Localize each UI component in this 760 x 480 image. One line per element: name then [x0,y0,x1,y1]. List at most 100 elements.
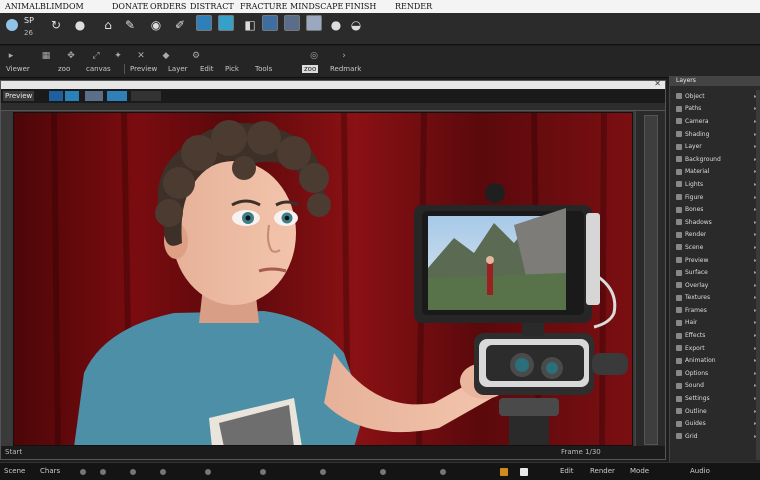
scale-icon[interactable]: ⤢ [90,50,102,62]
link-icon[interactable]: ✕ [135,50,147,62]
camera-icon[interactable]: ◧ [240,15,260,35]
tool-label[interactable]: Render [590,467,615,475]
layer-item[interactable]: Textures▸ [672,292,759,305]
palette-icon[interactable]: ◒ [346,15,366,35]
tool-label[interactable]: Audio [690,467,710,475]
home-icon[interactable]: ⌂ [98,15,118,35]
rotate-icon[interactable]: ↻ [46,15,66,35]
layer-item[interactable]: Hair▸ [672,317,759,330]
toolbar-label[interactable]: Tools [255,65,272,73]
layer-item[interactable]: Material▸ [672,166,759,179]
menu-item[interactable]: BLIMDOM [40,0,84,13]
stop-icon[interactable] [440,469,446,475]
layer-item[interactable]: Surface▸ [672,266,759,279]
globe-icon[interactable] [2,15,22,35]
layer-item[interactable]: Object▸ [672,90,759,103]
layer-item[interactable]: Settings▸ [672,392,759,405]
layer-item[interactable]: Sound▸ [672,380,759,393]
loop-icon[interactable] [130,469,136,475]
target-icon[interactable]: ◎ [308,50,320,62]
layer-item[interactable]: Effects▸ [672,329,759,342]
sphere-icon[interactable]: ● [70,15,90,35]
tool-label[interactable]: Edit [560,467,574,475]
layer-item[interactable]: Animation▸ [672,354,759,367]
cursor-icon[interactable]: ● [326,15,346,35]
layer-item[interactable]: Layer▸ [672,140,759,153]
menu-item[interactable]: DONATE [112,0,149,13]
step-icon[interactable] [160,469,166,475]
toolbar-label[interactable]: Redmark [330,65,361,73]
record-icon[interactable] [80,469,86,475]
speed-icon[interactable] [320,469,326,475]
toolbar-field[interactable]: zoo [302,65,319,73]
layer-item[interactable]: Frames▸ [672,304,759,317]
menu-item[interactable]: ANIMAL [5,0,40,13]
marker-icon[interactable] [205,469,211,475]
grid-icon[interactable]: ▦ [40,50,52,62]
tab-thumb[interactable] [49,91,63,101]
key-icon[interactable] [260,469,266,475]
menu-item[interactable]: MINDSCAPE [290,0,343,13]
chevron-icon[interactable]: › [338,50,350,62]
toolbar-label[interactable]: canvas [86,65,111,73]
toolbar-label[interactable]: Preview [130,65,157,73]
pencil-icon[interactable]: ✐ [170,15,190,35]
tab-preview[interactable]: Preview [3,91,35,101]
tab-thumb[interactable] [85,91,103,101]
tool-label[interactable]: Mode [630,467,649,475]
tab-thumb[interactable] [131,91,161,101]
move-icon[interactable]: ✥ [65,50,77,62]
tool-label[interactable]: Chars [40,467,60,475]
panel-scrollbar[interactable] [756,90,760,460]
menu-item[interactable]: DISTRACT [190,0,234,13]
layer-item[interactable]: Render▸ [672,229,759,242]
layer-item[interactable]: Paths▸ [672,103,759,116]
toolbar-label[interactable]: Layer [168,65,188,73]
arrow-icon[interactable]: ▸ [5,50,17,62]
toolbar-label[interactable]: Pick [225,65,239,73]
layer-item[interactable]: Guides▸ [672,417,759,430]
render-icon[interactable] [500,468,508,476]
play-icon[interactable] [100,469,106,475]
layer-item[interactable]: Outline▸ [672,405,759,418]
render-canvas[interactable] [13,112,633,446]
layer-item[interactable]: Grid▸ [672,430,759,443]
layer-item[interactable]: Background▸ [672,153,759,166]
vertical-scrollbar[interactable] [635,111,665,457]
layer-item[interactable]: Preview▸ [672,254,759,267]
scrollbar-thumb[interactable] [644,115,658,445]
layer-item[interactable]: Shading▸ [672,128,759,141]
thumb-icon[interactable] [284,15,300,31]
menu-item[interactable]: ORDERS [150,0,186,13]
layer-item[interactable]: Camera▸ [672,115,759,128]
menu-item[interactable]: FRACTURE [240,0,287,13]
layer-item[interactable]: Export▸ [672,342,759,355]
close-icon[interactable]: ✕ [654,79,661,88]
layer-item[interactable]: Shadows▸ [672,216,759,229]
tab-thumb[interactable] [107,91,127,101]
layer-item[interactable]: Scene▸ [672,241,759,254]
tool-label[interactable]: Scene [4,467,25,475]
toolbar-label[interactable]: zoo [58,65,70,73]
volume-icon[interactable] [380,469,386,475]
eye-icon[interactable]: ◉ [146,15,166,35]
menu-item[interactable]: RENDER [395,0,432,13]
toolbar-label[interactable]: Edit [200,65,214,73]
layer-item[interactable]: Overlay▸ [672,279,759,292]
snapshot-icon[interactable] [520,468,528,476]
layer-item[interactable]: Figure▸ [672,191,759,204]
brush-icon[interactable]: ✎ [120,15,140,35]
toolbar-label[interactable]: Viewer [6,65,30,73]
thumb-icon[interactable] [196,15,212,31]
tab-thumb[interactable] [65,91,79,101]
layer-item[interactable]: Bones▸ [672,203,759,216]
thumb-icon[interactable] [262,15,278,31]
layer-item[interactable]: Lights▸ [672,178,759,191]
node-icon[interactable]: ◆ [160,50,172,62]
menu-item[interactable]: FINISH [345,0,376,13]
pin-icon[interactable]: ✦ [112,50,124,62]
thumb-icon[interactable] [218,15,234,31]
layer-item[interactable]: Options▸ [672,367,759,380]
gear-icon[interactable]: ⚙ [190,50,202,62]
thumb-icon[interactable] [306,15,322,31]
